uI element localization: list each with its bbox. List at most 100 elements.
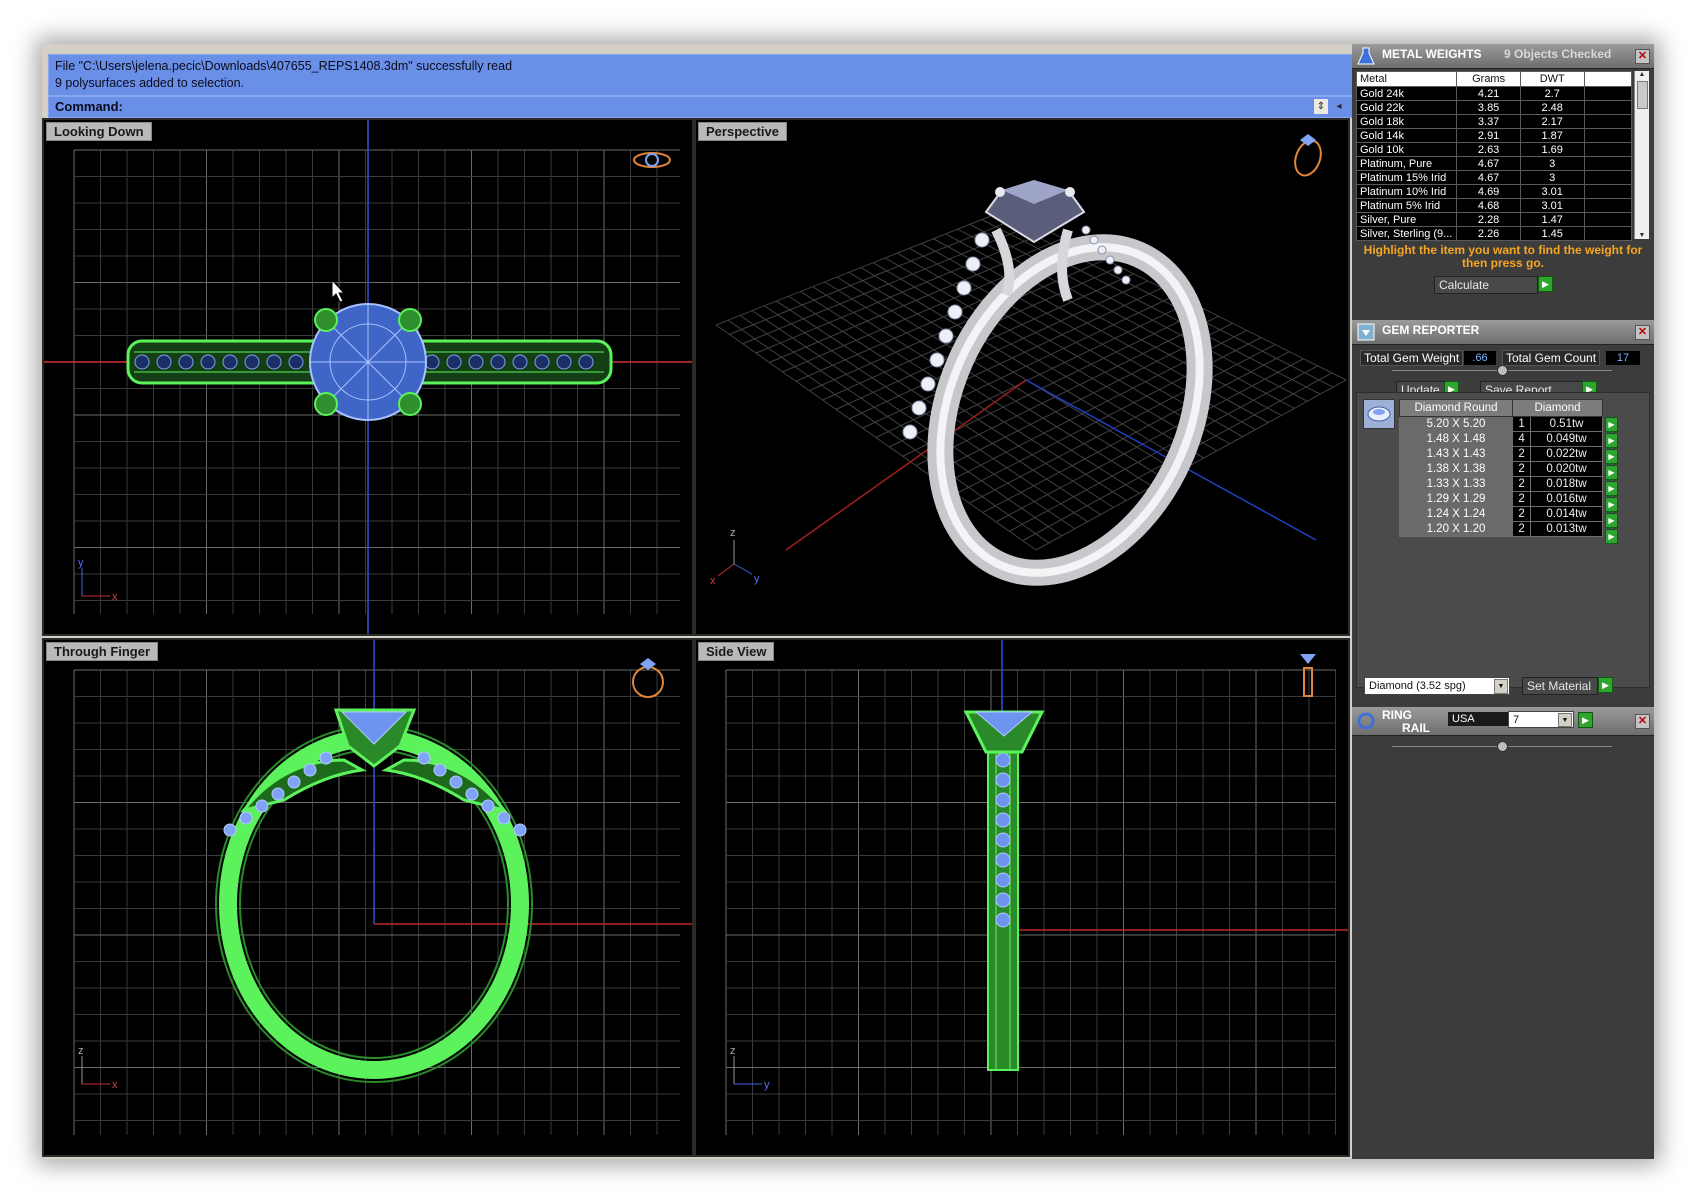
gem-size-cell: 1.29 X 1.29 xyxy=(1399,491,1513,507)
calculate-button[interactable]: Calculate xyxy=(1434,276,1538,294)
gem-weight-cell: 0.51tw xyxy=(1530,416,1603,432)
view-cube-icon[interactable] xyxy=(1300,654,1316,697)
grams-cell: 3.85 xyxy=(1456,100,1521,115)
metal-row[interactable]: Gold 10k 2.63 1.69 xyxy=(1355,142,1633,157)
gem-weight-cell: 0.014tw xyxy=(1530,506,1603,522)
right-panel: METAL WEIGHTS 9 Objects Checked ✕ Metal … xyxy=(1352,44,1654,1159)
go-arrow-icon[interactable]: ▶ xyxy=(1538,276,1553,292)
ring-band-top-wireframe xyxy=(126,303,613,421)
metal-row[interactable]: Gold 18k 3.37 2.17 xyxy=(1355,114,1633,129)
set-material-go-icon[interactable]: ▶ xyxy=(1598,677,1613,693)
gem-count-cell: 2 xyxy=(1511,506,1532,522)
gem-row[interactable]: 1.43 X 1.43 2 0.022tw xyxy=(1399,446,1603,462)
gem-row[interactable]: 1.24 X 1.24 2 0.014tw xyxy=(1399,506,1603,522)
viewport-title[interactable]: Perspective xyxy=(698,122,787,141)
blank-cell xyxy=(1583,86,1633,101)
view-cube-icon[interactable] xyxy=(632,658,664,698)
scroll-up-icon[interactable]: ▲ xyxy=(1635,71,1649,78)
viewport-through-finger[interactable]: Through Finger z x xyxy=(42,638,694,1157)
metal-row[interactable]: Gold 24k 4.21 2.7 xyxy=(1355,86,1633,101)
gem-row-go-icon[interactable]: ▶ xyxy=(1605,497,1618,512)
blank-cell xyxy=(1583,212,1633,227)
metal-row[interactable]: Gold 14k 2.91 1.87 xyxy=(1355,128,1633,143)
gem-row-go-icon[interactable]: ▶ xyxy=(1605,449,1618,464)
gem-reporter-header: GEM REPORTER ✕ xyxy=(1352,320,1654,345)
scroll-down-icon[interactable]: ▼ xyxy=(1635,232,1649,239)
ring-rail-icon xyxy=(1357,712,1375,730)
splitter-knob[interactable] xyxy=(1497,365,1508,376)
scroll-thumb[interactable] xyxy=(1637,81,1648,109)
dwt-cell: 2.7 xyxy=(1519,86,1585,101)
metal-name-cell: Platinum, Pure xyxy=(1355,156,1458,171)
metal-row[interactable]: Platinum 10% Irid 4.69 3.01 xyxy=(1355,184,1633,199)
gem-row[interactable]: 1.29 X 1.29 2 0.016tw xyxy=(1399,491,1603,507)
dwt-cell: 1.69 xyxy=(1519,142,1585,157)
set-material-button[interactable]: Set Material xyxy=(1522,677,1598,695)
command-history[interactable]: File "C:\Users\jelena.pecic\Downloads\40… xyxy=(48,54,1366,96)
gem-weight-cell: 0.022tw xyxy=(1530,446,1603,462)
gem-row-go-icon[interactable]: ▶ xyxy=(1605,417,1618,432)
dwt-cell: 3.01 xyxy=(1519,184,1585,199)
splitter-knob[interactable] xyxy=(1497,741,1508,752)
x-axis-line xyxy=(785,379,1027,551)
viewport-title[interactable]: Side View xyxy=(698,642,775,661)
gem-row[interactable]: 1.20 X 1.20 2 0.013tw xyxy=(1399,521,1603,537)
chevron-down-icon[interactable]: ▼ xyxy=(1494,679,1508,694)
axis-label-x: x xyxy=(710,575,716,587)
gem-row[interactable]: 5.20 X 5.20 1 0.51tw xyxy=(1399,416,1603,432)
column-header-shape: Diamond Round xyxy=(1399,399,1513,417)
gem-row-go-icon[interactable]: ▶ xyxy=(1605,481,1618,496)
grams-cell: 4.69 xyxy=(1456,184,1521,199)
metal-row[interactable]: Silver, Sterling (9... 2.26 1.45 xyxy=(1355,226,1633,241)
command-history-line-1: File "C:\Users\jelena.pecic\Downloads\40… xyxy=(55,59,513,73)
total-gem-weight-value: .66 xyxy=(1464,351,1496,365)
gem-row[interactable]: 1.38 X 1.38 2 0.020tw xyxy=(1399,461,1603,477)
viewport-side-view[interactable]: Side View z y xyxy=(694,638,1350,1157)
blank-cell xyxy=(1583,226,1633,241)
column-header-grams: Grams xyxy=(1456,71,1521,87)
gem-row-go-icon[interactable]: ▶ xyxy=(1605,529,1618,544)
command-spin-icon[interactable]: ⇕ xyxy=(1314,99,1328,114)
ring-size-standard[interactable]: USA xyxy=(1448,712,1508,726)
gem-reporter-title: GEM REPORTER xyxy=(1382,323,1480,337)
column-header-blank xyxy=(1583,71,1633,87)
total-gem-count-value: 17 xyxy=(1606,351,1640,365)
metal-weights-scrollbar[interactable]: ▲ ▼ xyxy=(1634,71,1649,239)
metal-row[interactable]: Platinum 5% Irid 4.68 3.01 xyxy=(1355,198,1633,213)
ring-rail-go-icon[interactable]: ▶ xyxy=(1578,712,1593,728)
gem-row[interactable]: 1.48 X 1.48 4 0.049tw xyxy=(1399,431,1603,447)
flask-icon xyxy=(1357,47,1375,65)
gem-row-go-icon[interactable]: ▶ xyxy=(1605,513,1618,528)
material-select[interactable]: Diamond (3.52 spg) ▼ xyxy=(1364,677,1510,695)
gem-row-go-icon[interactable]: ▶ xyxy=(1605,433,1618,448)
grams-cell: 2.28 xyxy=(1456,212,1521,227)
viewport-perspective[interactable]: Perspective z x y xyxy=(694,118,1350,636)
looking-down-canvas: y x xyxy=(44,120,692,634)
gem-row[interactable]: 1.33 X 1.33 2 0.018tw xyxy=(1399,476,1603,492)
close-icon[interactable]: ✕ xyxy=(1635,714,1650,729)
close-icon[interactable]: ✕ xyxy=(1635,325,1650,340)
view-cube-icon[interactable] xyxy=(1291,134,1326,179)
viewport-looking-down[interactable]: Looking Down y x xyxy=(42,118,694,636)
metal-row[interactable]: Platinum 15% Irid 4.67 3 xyxy=(1355,170,1633,185)
history-prev-icon[interactable]: ◂ xyxy=(1332,99,1346,114)
viewport-title[interactable]: Looking Down xyxy=(46,122,152,141)
axis-label-z: z xyxy=(730,1045,736,1057)
metal-row[interactable]: Platinum, Pure 4.67 3 xyxy=(1355,156,1633,171)
view-cube-icon[interactable] xyxy=(633,152,671,168)
grams-cell: 4.67 xyxy=(1456,156,1521,171)
gem-report-icon xyxy=(1357,323,1375,341)
metal-row[interactable]: Silver, Pure 2.28 1.47 xyxy=(1355,212,1633,227)
command-line[interactable]: Command: ⇕ ◂ ▸ xyxy=(48,96,1384,118)
gem-row-go-icon[interactable]: ▶ xyxy=(1605,465,1618,480)
viewport-title[interactable]: Through Finger xyxy=(46,642,159,661)
gem-size-cell: 1.20 X 1.20 xyxy=(1399,521,1513,537)
close-icon[interactable]: ✕ xyxy=(1635,49,1650,64)
perspective-canvas: z x y xyxy=(710,134,1347,587)
ring-size-select[interactable]: 7 ▼ xyxy=(1508,711,1574,728)
chevron-down-icon[interactable]: ▼ xyxy=(1558,713,1572,727)
gem-list-area: Diamond Round Diamond 5.20 X 5.20 1 0.51tw… xyxy=(1356,392,1650,688)
blank-cell xyxy=(1583,156,1633,171)
metal-name-cell: Gold 22k xyxy=(1355,100,1458,115)
metal-row[interactable]: Gold 22k 3.85 2.48 xyxy=(1355,100,1633,115)
